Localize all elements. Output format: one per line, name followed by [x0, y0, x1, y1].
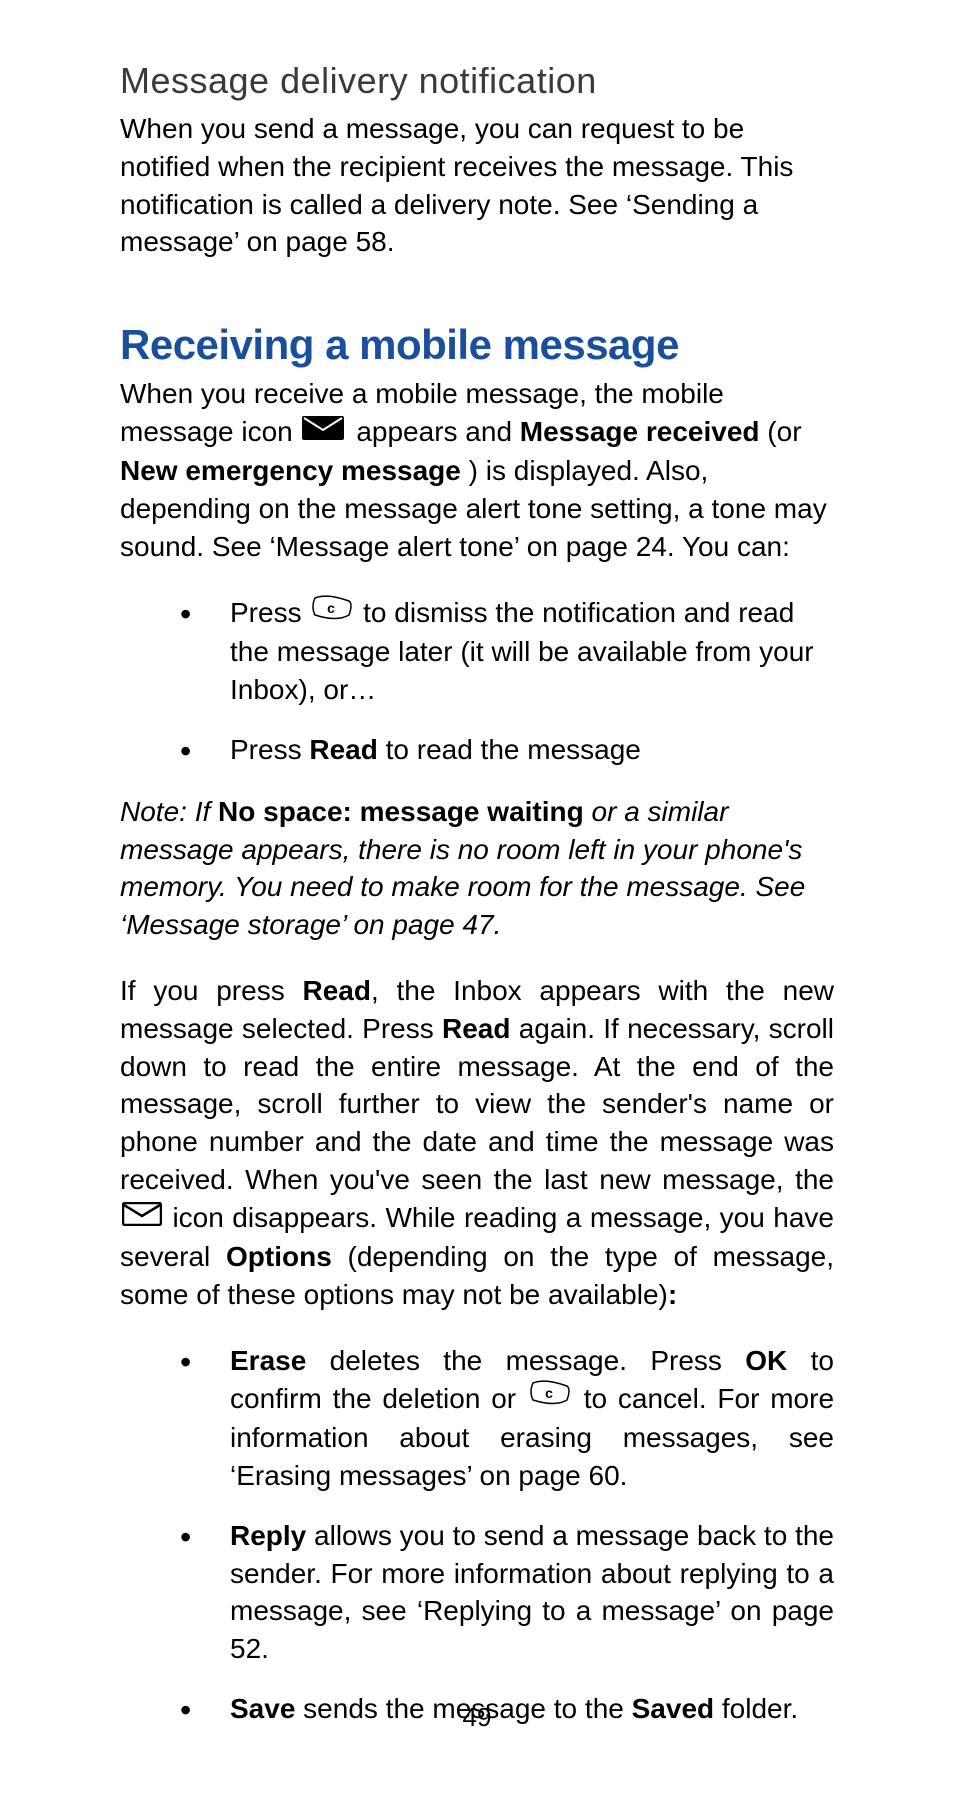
- svg-text:c: c: [545, 1385, 553, 1401]
- text-bold-read: Read: [442, 1013, 510, 1044]
- text-fragment: to read the message: [386, 734, 641, 765]
- text-fragment: Press: [230, 734, 309, 765]
- text-bold-reply: Reply: [230, 1520, 306, 1551]
- bullet-list-options: Erase deletes the message. Press OK to c…: [120, 1342, 834, 1728]
- text-bold-ok: OK: [745, 1345, 787, 1376]
- text-fragment: allows you to send a message back to the…: [230, 1520, 834, 1664]
- page-number: 49: [0, 1702, 954, 1733]
- envelope-outline-icon: [122, 1198, 162, 1236]
- bullet-list-actions: Press c to dismiss the notification and …: [120, 594, 834, 769]
- list-item: Reply allows you to send a message back …: [180, 1517, 834, 1668]
- para-read-details: If you press Read, the Inbox appears wit…: [120, 972, 834, 1314]
- svg-text:c: c: [327, 600, 335, 616]
- text-bold-new-emergency: New emergency message: [120, 455, 461, 486]
- list-item: Erase deletes the message. Press OK to c…: [180, 1342, 834, 1495]
- c-key-icon: c: [527, 1378, 573, 1416]
- text-bold-read: Read: [309, 734, 377, 765]
- text-bold-no-space: No space: message waiting: [218, 796, 584, 827]
- para-delivery-notification: When you send a message, you can request…: [120, 110, 834, 261]
- heading-receiving-mobile-message: Receiving a mobile message: [120, 321, 834, 369]
- text-fragment: Press: [230, 597, 309, 628]
- text-fragment: deletes the message. Press: [306, 1345, 745, 1376]
- para-receiving-intro: When you receive a mobile message, the m…: [120, 375, 834, 566]
- text-fragment: :: [668, 1279, 677, 1310]
- text-fragment: (or: [767, 416, 801, 447]
- text-fragment: appears and: [356, 416, 519, 447]
- text-fragment: Note: If: [120, 796, 218, 827]
- para-note-no-space: Note: If No space: message waiting or a …: [120, 793, 834, 944]
- list-item: Press Read to read the message: [180, 731, 834, 769]
- text-bold-message-received: Message received: [520, 416, 760, 447]
- text-bold-read: Read: [302, 975, 370, 1006]
- document-page: Message delivery notification When you s…: [0, 0, 954, 1803]
- text-bold-options: Options: [226, 1241, 332, 1272]
- text-bold-erase: Erase: [230, 1345, 306, 1376]
- c-key-icon: c: [309, 593, 355, 631]
- text-fragment: If you press: [120, 975, 302, 1006]
- envelope-icon: [301, 413, 345, 451]
- list-item: Press c to dismiss the notification and …: [180, 594, 834, 709]
- heading-delivery-notification: Message delivery notification: [120, 60, 834, 102]
